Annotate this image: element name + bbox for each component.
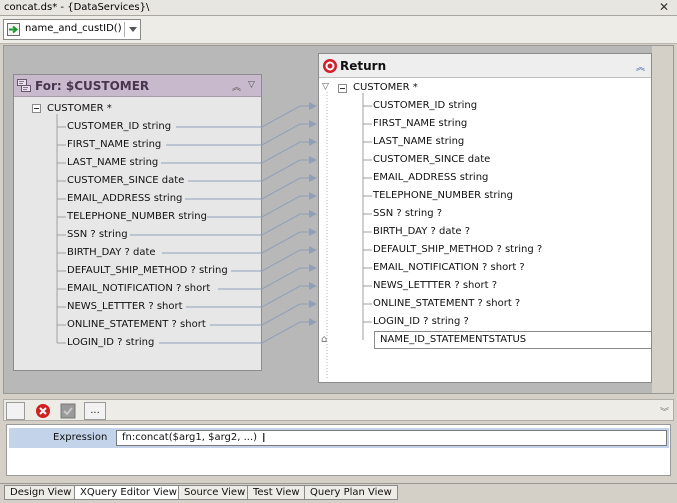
window-title-bar: concat.ds* - {DataServices}\ ✕ (0, 0, 677, 16)
expression-toolbar: ... ︾ (3, 399, 674, 421)
expression-editor: Expression fn:concat($arg1, $arg2, ...) … (6, 424, 671, 476)
return-field[interactable]: LOGIN_ID ? string ? (373, 316, 469, 327)
tab-xquery-editor-view[interactable]: XQuery Editor View (74, 485, 183, 500)
collapse-icon[interactable]: ︽ (636, 60, 645, 73)
blank-button[interactable] (6, 402, 25, 420)
function-selector[interactable]: name_and_custID() (3, 19, 141, 40)
tree-expander[interactable] (338, 84, 347, 93)
delete-button[interactable] (33, 402, 52, 420)
return-field[interactable]: EMAIL_ADDRESS string (373, 172, 488, 183)
new-node-label[interactable]: NAME_ID_STATEMENTSTATUS (380, 334, 526, 345)
for-field[interactable]: ONLINE_STATEMENT ? short (67, 319, 206, 330)
view-tabs: Design View XQuery Editor View Source Vi… (0, 483, 677, 503)
checkmark-icon (60, 403, 75, 419)
return-field[interactable]: CUSTOMER_ID string (373, 100, 477, 111)
function-icon (7, 23, 20, 36)
for-field[interactable]: NEWS_LETTTER ? short (67, 301, 183, 312)
target-icon (323, 59, 337, 73)
for-field[interactable]: TELEPHONE_NUMBER string (67, 211, 207, 222)
return-panel-header[interactable]: Return ︽ (319, 54, 651, 78)
editor-toolbar: name_and_custID() (0, 16, 677, 44)
chevron-down-icon[interactable] (129, 27, 137, 32)
tab-test-view[interactable]: Test View (247, 485, 306, 500)
expression-row: Expression fn:concat($arg1, $arg2, ...) … (9, 428, 669, 448)
for-field[interactable]: BIRTH_DAY ? date (67, 247, 156, 258)
return-field[interactable]: DEFAULT_SHIP_METHOD ? string ? (373, 244, 542, 255)
for-field[interactable]: SSN ? string (67, 229, 128, 240)
expression-label: Expression (53, 432, 108, 443)
for-field[interactable]: LOGIN_ID ? string (67, 337, 154, 348)
for-field[interactable]: CUSTOMER_SINCE date (67, 175, 184, 186)
delete-icon (35, 404, 50, 418)
for-field[interactable]: FIRST_NAME string (67, 139, 161, 150)
return-field[interactable]: BIRTH_DAY ? date ? (373, 226, 470, 237)
return-field[interactable]: NEWS_LETTTER ? short ? (373, 280, 497, 291)
for-field[interactable]: EMAIL_NOTIFICATION ? short (67, 283, 210, 294)
return-field[interactable]: SSN ? string ? (373, 208, 442, 219)
for-panel-title: For: $CUSTOMER (35, 79, 150, 93)
for-field[interactable]: EMAIL_ADDRESS string (67, 193, 182, 204)
return-field[interactable]: TELEPHONE_NUMBER string (373, 190, 513, 201)
for-root-node[interactable]: CUSTOMER * (47, 103, 112, 114)
new-node-lock-icon: ⌂ (321, 334, 328, 345)
pin-icon[interactable]: ▽ (248, 80, 255, 90)
tab-design-view[interactable]: Design View (4, 485, 78, 500)
return-field[interactable]: CUSTOMER_SINCE date (373, 154, 490, 165)
window-title: concat.ds* - {DataServices}\ (4, 2, 150, 13)
tab-query-plan-view[interactable]: Query Plan View (304, 485, 398, 500)
close-icon[interactable]: ✕ (659, 0, 669, 14)
return-root-node[interactable]: CUSTOMER * (353, 82, 418, 93)
return-panel-title: Return (340, 59, 387, 73)
for-panel-header[interactable]: For: $CUSTOMER ︽ ▽ (14, 75, 261, 97)
dropdown-separator (124, 22, 125, 37)
tab-source-view[interactable]: Source View (178, 485, 252, 500)
for-field[interactable]: CUSTOMER_ID string (67, 121, 171, 132)
return-field[interactable]: LAST_NAME string (373, 136, 464, 147)
apply-button[interactable] (58, 402, 77, 420)
function-name: name_and_custID() (25, 23, 122, 34)
return-field[interactable]: EMAIL_NOTIFICATION ? short ? (373, 262, 525, 273)
expression-input[interactable]: fn:concat($arg1, $arg2, ...) (116, 430, 667, 446)
pin-icon[interactable]: ▽ (322, 82, 329, 92)
for-clause-icon (17, 79, 31, 92)
more-button[interactable]: ... (84, 402, 106, 420)
return-field[interactable]: FIRST_NAME string (373, 118, 467, 129)
expand-icon[interactable]: ︾ (660, 405, 669, 418)
for-field[interactable]: LAST_NAME string (67, 157, 158, 168)
tree-expander[interactable] (32, 104, 41, 113)
for-field[interactable]: DEFAULT_SHIP_METHOD ? string (67, 265, 228, 276)
collapse-icon[interactable]: ︽ (232, 80, 241, 93)
return-field[interactable]: ONLINE_STATEMENT ? short ? (373, 298, 520, 309)
text-cursor-icon: I (262, 431, 266, 445)
